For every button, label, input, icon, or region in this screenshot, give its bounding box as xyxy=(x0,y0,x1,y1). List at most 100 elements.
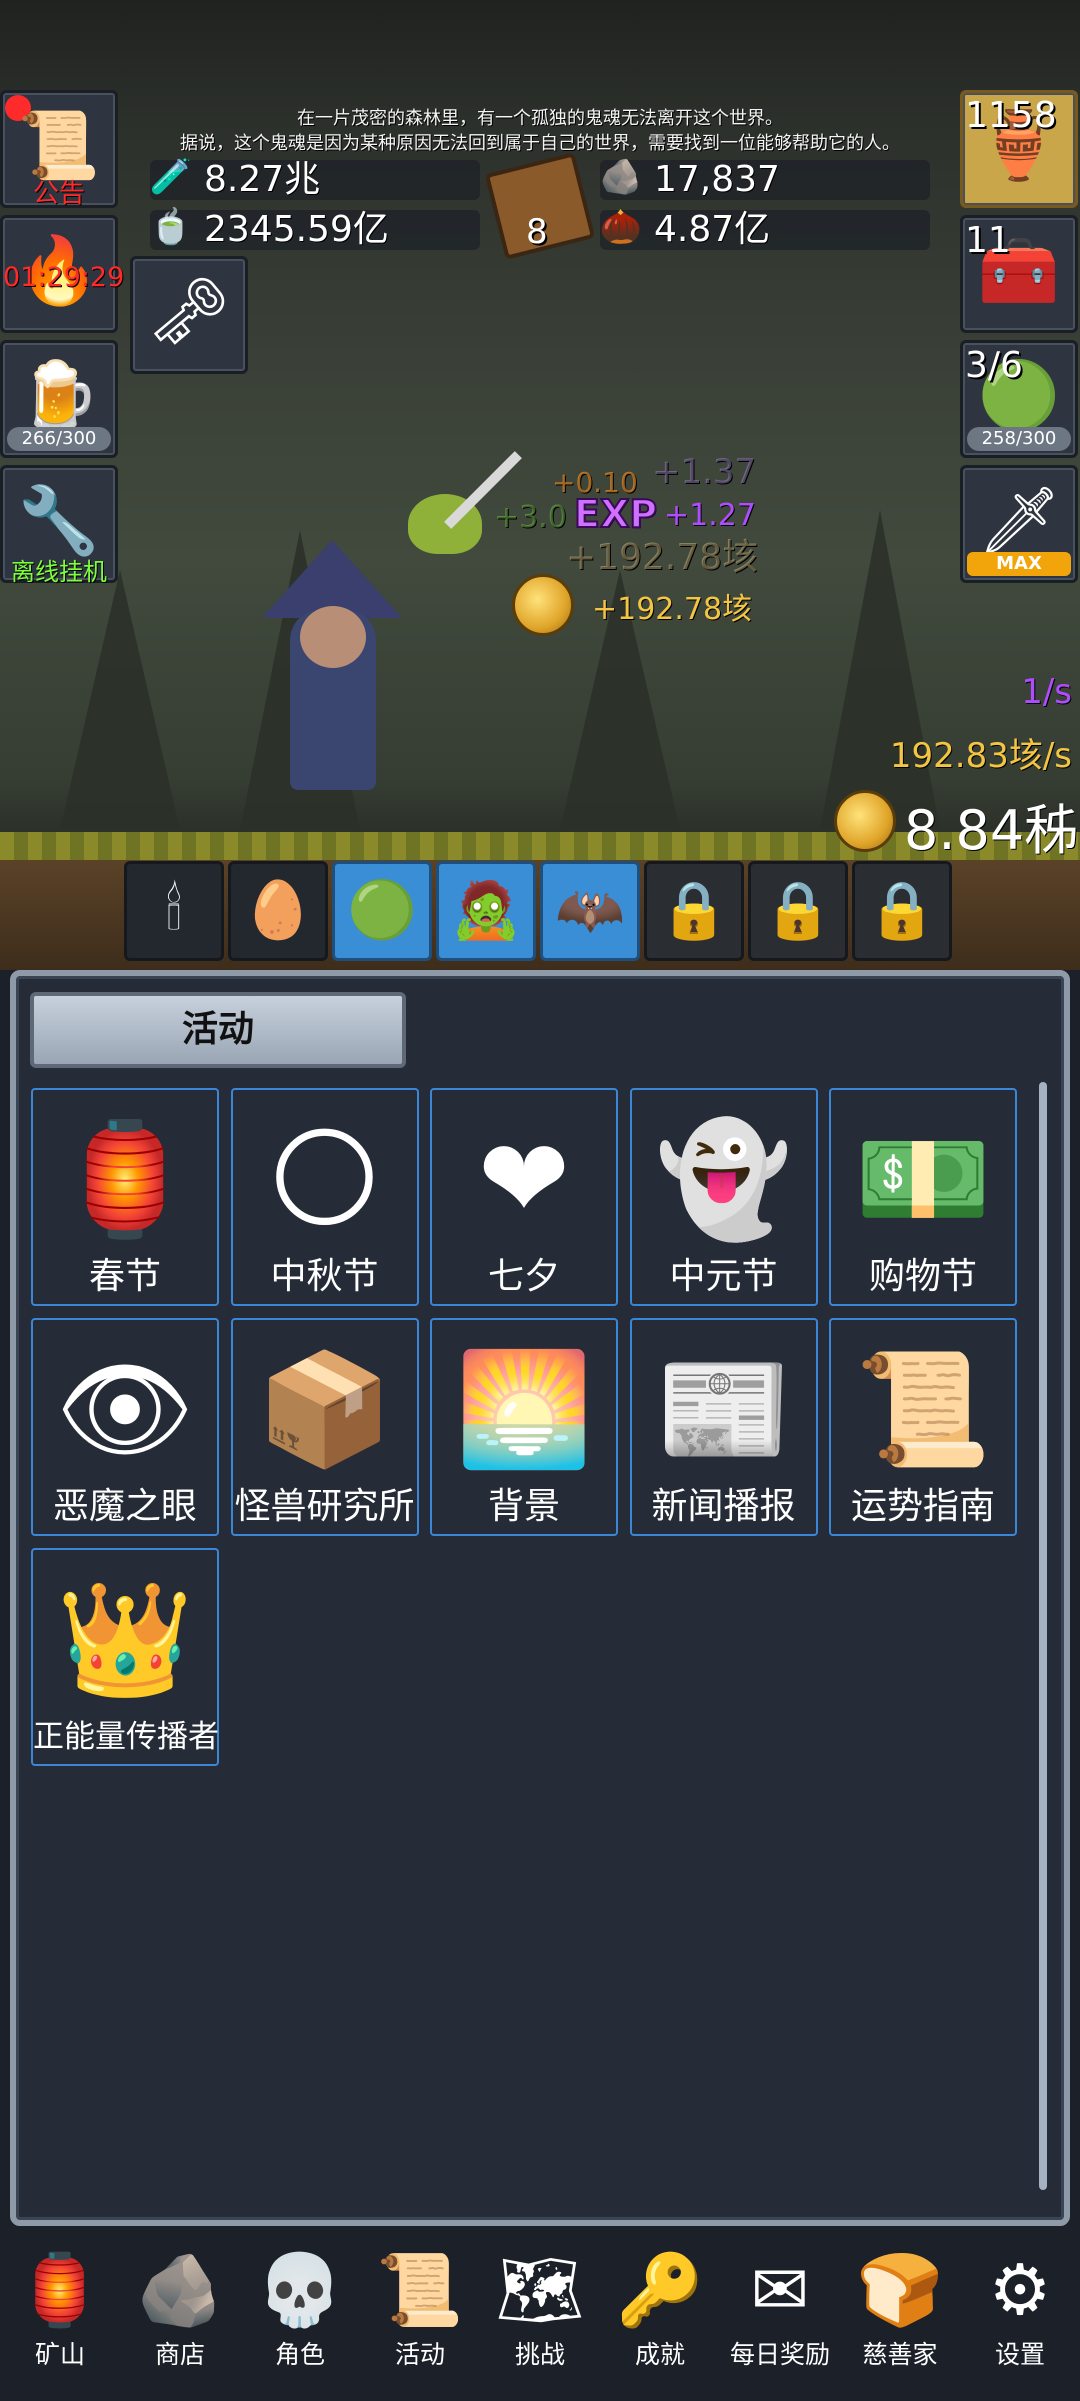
event-card-fortune-guide[interactable]: 📜 运势指南 xyxy=(829,1318,1017,1536)
float-text-ghost: +192.78垓 xyxy=(566,537,759,578)
nav-shop[interactable]: 🪨 商店 xyxy=(120,2242,240,2392)
stone-icon: 🪨 xyxy=(599,157,643,197)
offline-label: 离线挂机 xyxy=(11,558,107,586)
event-card-label: 恶魔之眼 xyxy=(52,1486,197,1527)
daily-reward-icon: ✉ xyxy=(750,2249,810,2331)
lock-icon: 🔒 xyxy=(763,878,833,943)
event-card-qixi[interactable]: ❤ 七夕 xyxy=(430,1088,618,1306)
event-card-label: 新闻播报 xyxy=(651,1486,796,1527)
event-card-label: 正能量传播者 xyxy=(33,1719,219,1755)
monster-slot-locked[interactable]: 🔒 xyxy=(644,861,744,961)
character-icon: 💀 xyxy=(256,2249,344,2331)
nav-label: 挑战 xyxy=(514,2340,565,2369)
gold-total: 8.84秭 xyxy=(904,799,1079,862)
event-card-monster-lab[interactable]: 📦 怪兽研究所 xyxy=(230,1318,419,1536)
game-scene: 在一片茂密的森林里，有一个孤独的鬼魂无法离开这个世界。 据说，这个鬼魂是因为某种… xyxy=(0,0,1080,970)
nav-label: 矿山 xyxy=(34,2340,85,2369)
activity-tab-title[interactable]: 活动 xyxy=(30,992,406,1068)
stone-stat: 🪨 17,837 xyxy=(600,157,930,200)
rate-per-second: 1/s xyxy=(1021,672,1072,712)
monster-slot[interactable]: 🕯 xyxy=(124,861,224,961)
monster-slot[interactable]: 🦇 xyxy=(540,861,640,961)
event-card-label: 春节 xyxy=(88,1256,161,1297)
spring-festival-icon: 🏮 xyxy=(56,1115,194,1243)
float-text-green: +3.0 xyxy=(494,500,567,535)
blue-potion-icon: 🧪 xyxy=(149,157,193,197)
chest-count: 11 xyxy=(965,220,1011,261)
green-potion-icon: 🍵 xyxy=(149,207,193,247)
monster-slot-locked[interactable]: 🔒 xyxy=(852,861,952,961)
monster-slot-locked[interactable]: 🔒 xyxy=(748,861,848,961)
nav-achievement[interactable]: 🔑 成就 xyxy=(600,2242,720,2392)
blue-potion-stat: 🧪 8.27兆 xyxy=(150,157,480,200)
background-tree xyxy=(60,570,180,830)
key-icon: 🗝 xyxy=(147,273,231,350)
event-card-demon-eye[interactable]: 👁 恶魔之眼 xyxy=(31,1318,219,1536)
nav-label: 慈善家 xyxy=(862,2340,938,2369)
nav-label: 设置 xyxy=(994,2340,1045,2369)
monster-icon: 🟢 xyxy=(347,878,417,943)
potion-shop-button[interactable]: 🏺 1158 xyxy=(960,90,1078,208)
mid-autumn-icon: 🌕 xyxy=(267,1115,382,1243)
fortune-guide-icon: 📜 xyxy=(854,1345,992,1473)
notice-button[interactable]: 📜 公告 xyxy=(0,90,118,209)
mine-icon: 🏮 xyxy=(16,2249,104,2331)
timer-text: 01:29:29 xyxy=(3,262,125,293)
event-card-news-broadcast[interactable]: 📰 新闻播报 xyxy=(629,1318,818,1536)
sword-upgrade-button[interactable]: 🗡 MAX xyxy=(960,465,1078,583)
event-card-spring-festival[interactable]: 🏮 春节 xyxy=(31,1088,219,1306)
settings-icon: ⚙ xyxy=(988,2249,1052,2331)
nav-settings[interactable]: ⚙ 设置 xyxy=(960,2242,1080,2392)
background-icon: 🌅 xyxy=(455,1345,593,1473)
event-card-label: 中元节 xyxy=(669,1256,778,1297)
activity-icon: 📜 xyxy=(376,2249,464,2331)
beer-button[interactable]: 🍺 266/300 xyxy=(0,340,118,458)
story-line-1: 在一片茂密的森林里，有一个孤独的鬼魂无法离开这个世界。 xyxy=(297,108,783,129)
book-count: 8 xyxy=(526,212,548,252)
bottom-navigation: 🏮 矿山 🪨 商店 💀 角色 📜 活动 🗺 挑战 🔑 成就 ✉ 每日奖励 🍞 慈善家 ⚙ 设置 xyxy=(0,2226,1080,2401)
positive-energy-icon: 👑 xyxy=(56,1575,194,1703)
monster-slot[interactable]: 🧟 xyxy=(436,861,536,961)
monster-slot[interactable]: 🟢 xyxy=(332,861,432,961)
nav-mine[interactable]: 🏮 矿山 xyxy=(0,2242,120,2392)
lock-icon: 🔒 xyxy=(659,878,729,943)
shop-icon: 🪨 xyxy=(136,2249,224,2331)
green-potion-value: 2345.59亿 xyxy=(204,209,389,250)
event-card-label: 中秋节 xyxy=(270,1256,379,1297)
seed-icon: 🌰 xyxy=(599,207,643,247)
potion-count: 1158 xyxy=(965,95,1057,136)
gold-coin-icon xyxy=(834,790,896,852)
panel-scrollbar[interactable] xyxy=(1039,1082,1047,2190)
offline-idle-button[interactable]: 🔧 离线挂机 xyxy=(0,465,118,586)
monster-icon: 🕯 xyxy=(166,878,182,943)
nav-label: 每日奖励 xyxy=(729,2340,830,2369)
notice-label: 公告 xyxy=(32,179,85,209)
story-text: 在一片茂密的森林里，有一个孤独的鬼魂无法离开这个世界。 据说，这个鬼魂是因为某种… xyxy=(120,106,960,156)
zhongyuan-icon: 👻 xyxy=(655,1115,792,1243)
event-card-background[interactable]: 🌅 背景 xyxy=(430,1318,618,1536)
nav-challenge[interactable]: 🗺 挑战 xyxy=(480,2242,600,2392)
event-card-shopping-festival[interactable]: 💵 购物节 xyxy=(829,1088,1017,1306)
monster-slot[interactable]: 🥚 xyxy=(228,861,328,961)
torch-timer-button[interactable]: 🔥 01:29:29 xyxy=(0,215,125,333)
nav-philanthropist[interactable]: 🍞 慈善家 xyxy=(840,2242,960,2392)
event-card-zhongyuan[interactable]: 👻 中元节 xyxy=(629,1088,818,1306)
seed-value: 4.87亿 xyxy=(654,209,771,250)
beer-progress: 266/300 xyxy=(7,427,111,451)
nav-label: 活动 xyxy=(394,2340,445,2369)
sword-max-badge: MAX xyxy=(967,552,1071,576)
coin-gain-text: +192.78垓 xyxy=(592,592,753,627)
treasure-chest-button[interactable]: 🧰 11 xyxy=(960,215,1078,333)
monster-icon: 🧟 xyxy=(451,878,521,943)
nav-activity[interactable]: 📜 活动 xyxy=(360,2242,480,2392)
slime-button[interactable]: 🟢 3/6 258/300 xyxy=(960,340,1078,458)
nav-daily-reward[interactable]: ✉ 每日奖励 xyxy=(720,2242,840,2392)
nav-character[interactable]: 💀 角色 xyxy=(240,2242,360,2392)
event-card-positive-energy[interactable]: 👑 正能量传播者 xyxy=(31,1548,219,1766)
event-card-label: 运势指南 xyxy=(850,1486,995,1527)
event-card-mid-autumn[interactable]: 🌕 中秋节 xyxy=(230,1088,419,1306)
monster-lab-icon: 📦 xyxy=(256,1345,393,1473)
key-button[interactable]: 🗝 xyxy=(130,256,248,374)
story-line-2: 据说，这个鬼魂是因为某种原因无法回到属于自己的世界，需要找到一位能够帮助它的人。 xyxy=(180,133,900,154)
witch-face xyxy=(300,606,366,668)
